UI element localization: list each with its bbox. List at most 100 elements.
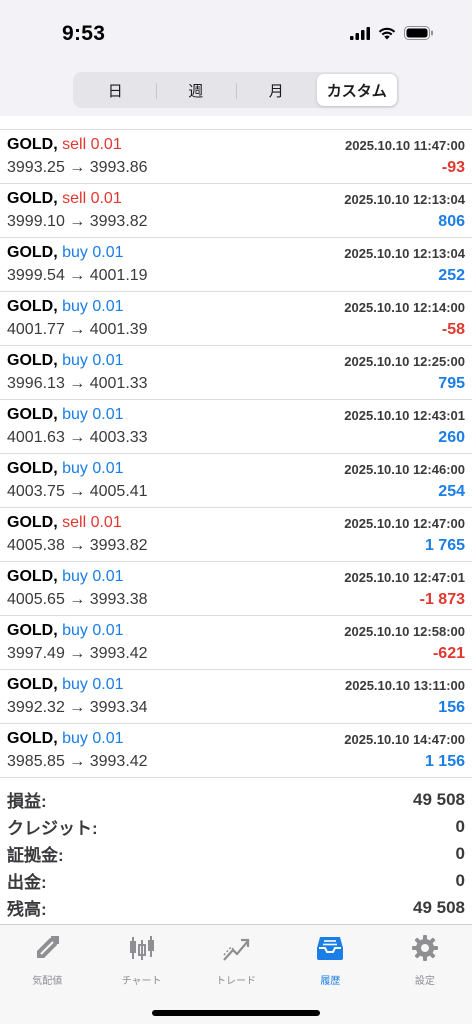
summary-balance-value: 49 508	[413, 897, 465, 917]
trade-row[interactable]: GOLD, sell 0.01 2025.10.10 12:47:00 4005.3…	[0, 508, 472, 562]
trade-time: 2025.10.10 12:58:00	[344, 624, 465, 639]
trade-profit: 1 156	[424, 753, 465, 770]
trade-time: 2025.10.10 12:43:01	[344, 408, 465, 423]
trade-row[interactable]: GOLD, sell 0.01 2025.10.10 12:13:04 3999.1…	[0, 184, 472, 238]
trade-title: GOLD, buy 0.01	[7, 568, 124, 586]
summary-balance-label: 残高:	[7, 900, 47, 919]
summary-withdrawal-row: 出金: 0	[0, 867, 472, 894]
trade-title: GOLD, buy 0.01	[7, 460, 124, 478]
summary-withdrawal-value: 0	[455, 870, 465, 890]
trade-row[interactable]: GOLD, buy 0.01 2025.10.10 12:46:00 4003.75…	[0, 454, 472, 508]
trade-time: 2025.10.10 12:46:00	[344, 462, 465, 477]
tab-bar: 気配値 チャート トレード 履歴 設定	[0, 924, 472, 1024]
trade-side: sell 0.01	[62, 190, 122, 207]
trade-time: 2025.10.10 12:14:00	[344, 300, 465, 315]
tab-chart-label: チャート	[121, 976, 162, 987]
tab-quotes[interactable]: 気配値	[0, 925, 94, 987]
trade-row[interactable]: GOLD, buy 0.01 2025.10.10 12:14:00 4001.77…	[0, 292, 472, 346]
candlestick-chart-icon	[127, 933, 157, 968]
summary-deposit-label: 証拠金:	[7, 846, 64, 865]
trade-title: GOLD, buy 0.01	[7, 622, 124, 640]
summary-deposit-value: 0	[455, 843, 465, 863]
account-summary: 損益: 49 508 クレジット: 0 証拠金: 0 出金: 0 残高: 49 …	[0, 786, 472, 922]
trade-title: GOLD, buy 0.01	[7, 298, 124, 316]
trade-profit: 1 765	[424, 537, 465, 554]
trade-time: 2025.10.10 12:47:01	[344, 570, 465, 585]
wifi-icon	[378, 27, 396, 45]
trade-time: 2025.10.10 12:25:00	[344, 354, 465, 369]
trade-row[interactable]: GOLD, buy 0.01 2025.10.10 13:11:00 3992.32…	[0, 670, 472, 724]
trade-symbol: GOLD,	[7, 136, 58, 153]
trade-symbol: GOLD,	[7, 730, 58, 747]
trade-symbol: GOLD,	[7, 298, 58, 315]
quotes-icon	[32, 933, 62, 968]
trade-prices: 4005.38 → 3993.82	[7, 537, 148, 554]
trade-list: 3986.31 → 3994.07 -1 154 GOLD, sell 0.01 20…	[0, 116, 472, 778]
trade-profit: -1 873	[419, 591, 465, 608]
tab-settings-label: 設定	[414, 976, 435, 987]
trade-side: buy 0.01	[62, 298, 124, 315]
tab-chart[interactable]: チャート	[94, 925, 188, 987]
tab-settings[interactable]: 設定	[378, 925, 472, 987]
status-icons	[350, 26, 434, 45]
trade-prices: 3999.10 → 3993.82	[7, 213, 148, 230]
trade-prices: 3993.25 → 3993.86	[7, 159, 148, 176]
trade-row[interactable]: GOLD, buy 0.01 2025.10.10 12:13:04 3999.54…	[0, 238, 472, 292]
summary-withdrawal-label: 出金:	[7, 873, 47, 892]
trade-title: GOLD, buy 0.01	[7, 730, 124, 748]
trade-side: buy 0.01	[62, 568, 124, 585]
tab-history-label: 履歴	[320, 976, 341, 987]
trade-title: GOLD, buy 0.01	[7, 406, 124, 424]
segment-custom[interactable]: カスタム	[316, 74, 397, 106]
status-time: 9:53	[62, 22, 106, 45]
tab-trade[interactable]: トレード	[189, 925, 283, 987]
summary-balance-row: 残高: 49 508	[0, 894, 472, 921]
summary-deposit-row: 証拠金: 0	[0, 840, 472, 867]
trade-symbol: GOLD,	[7, 190, 58, 207]
trade-time: 2025.10.10 13:11:00	[345, 678, 465, 693]
trade-title: GOLD, buy 0.01	[7, 352, 124, 370]
trade-history-list[interactable]: 3986.31 → 3994.07 -1 154 GOLD, sell 0.01 20…	[0, 116, 472, 780]
trade-row[interactable]: GOLD, buy 0.01 2025.10.10 12:43:01 4001.63…	[0, 400, 472, 454]
trade-prices: 4001.63 → 4003.33	[7, 429, 148, 446]
trade-time: 2025.10.10 11:47:00	[345, 138, 465, 153]
trade-prices: 3999.54 → 4001.19	[7, 267, 148, 284]
trade-title: GOLD, sell 0.01	[7, 190, 122, 208]
summary-credit-row: クレジット: 0	[0, 813, 472, 840]
status-bar: 9:53	[0, 0, 472, 72]
trade-profit: 156	[438, 699, 465, 716]
trade-symbol: GOLD,	[7, 514, 58, 531]
trade-prices: 3996.13 → 4001.33	[7, 375, 148, 392]
trade-time: 2025.10.10 14:47:00	[344, 732, 465, 747]
tab-history[interactable]: 履歴	[283, 925, 377, 987]
trade-side: sell 0.01	[62, 514, 122, 531]
trade-row[interactable]: 3986.31 → 3994.07 -1 154	[0, 116, 472, 130]
segment-month[interactable]: 月	[236, 74, 317, 106]
trade-side: buy 0.01	[62, 244, 124, 261]
trade-side: sell 0.01	[62, 136, 122, 153]
segment-day[interactable]: 日	[75, 74, 156, 106]
segment-week[interactable]: 週	[155, 74, 237, 106]
trade-profit: -1 154	[420, 116, 465, 121]
summary-credit-value: 0	[455, 816, 465, 836]
tab-trade-label: トレード	[216, 976, 257, 987]
trade-time: 2025.10.10 12:13:04	[344, 192, 465, 207]
trade-time: 2025.10.10 12:47:00	[344, 516, 465, 531]
trade-profit: 260	[438, 429, 465, 446]
gear-icon	[410, 933, 440, 968]
trade-row[interactable]: GOLD, buy 0.01 2025.10.10 12:25:00 3996.13…	[0, 346, 472, 400]
trade-symbol: GOLD,	[7, 622, 58, 639]
trade-profit: -58	[441, 321, 465, 338]
period-header: 日 週 月 カスタム	[0, 72, 472, 116]
battery-icon	[404, 26, 434, 45]
trade-title: GOLD, buy 0.01	[7, 244, 124, 262]
trade-row[interactable]: GOLD, buy 0.01 2025.10.10 12:47:01 4005.65…	[0, 562, 472, 616]
trade-profit: -621	[432, 645, 465, 662]
trade-profit: -93	[441, 159, 465, 176]
trade-row[interactable]: GOLD, buy 0.01 2025.10.10 12:58:00 3997.49…	[0, 616, 472, 670]
trade-prices: 4003.75 → 4005.41	[7, 483, 148, 500]
trade-row[interactable]: GOLD, buy 0.01 2025.10.10 14:47:00 3985.85…	[0, 724, 472, 778]
history-inbox-icon	[315, 933, 345, 968]
trade-prices: 3992.32 → 3993.34	[7, 699, 148, 716]
trade-row[interactable]: GOLD, sell 0.01 2025.10.10 11:47:00 3993.2…	[0, 130, 472, 184]
